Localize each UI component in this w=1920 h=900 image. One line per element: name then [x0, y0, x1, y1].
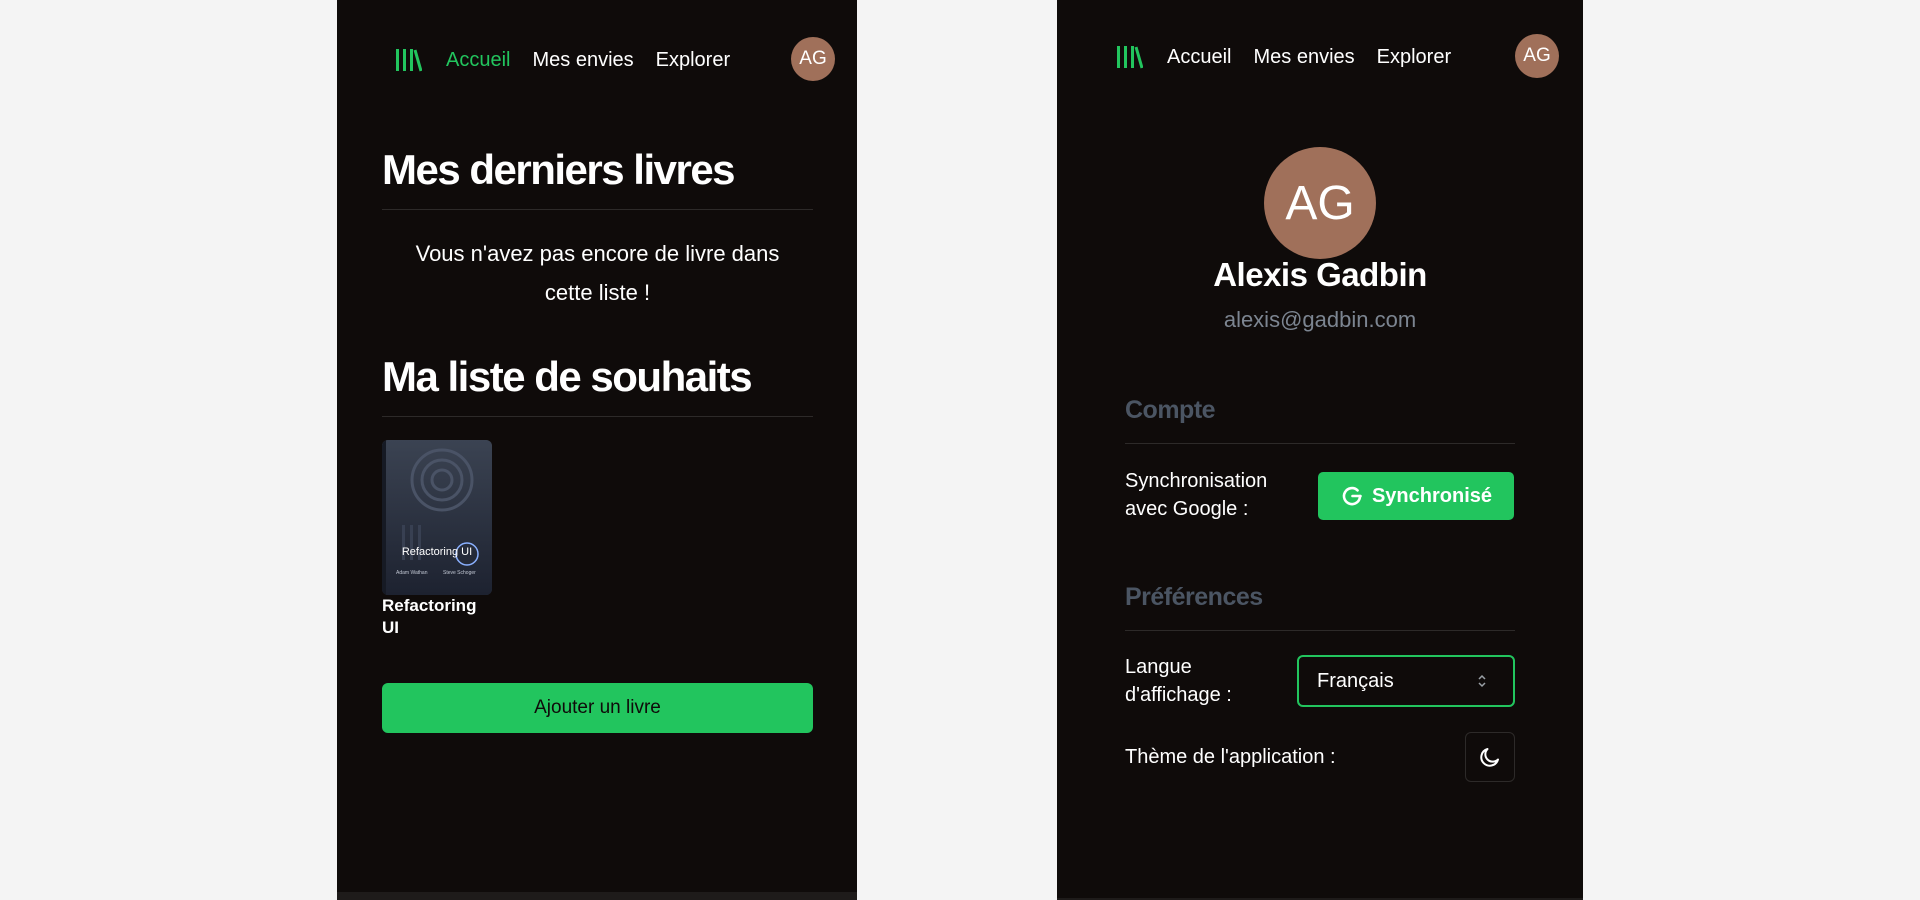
- cover-author: Adam Wathan: [396, 570, 428, 576]
- language-label-line: Langue: [1125, 656, 1192, 678]
- theme-toggle-button[interactable]: [1465, 732, 1515, 782]
- nav-link-wishes[interactable]: Mes envies: [532, 49, 633, 72]
- divider: [1125, 443, 1515, 444]
- book-title[interactable]: Refactoring UI: [382, 595, 492, 639]
- account-section-title: Compte: [1125, 396, 1216, 424]
- empty-message-line: cette liste !: [544, 280, 651, 305]
- language-select[interactable]: Français: [1297, 655, 1515, 707]
- sync-label: Synchronisation avec Google :: [1125, 467, 1267, 523]
- cover-title: Refactoring UI: [401, 546, 473, 558]
- empty-list-message: Vous n'avez pas encore de livre dans cet…: [382, 234, 813, 312]
- top-nav: Accueil Mes envies Explorer: [1115, 29, 1451, 85]
- profile-screen: Accueil Mes envies Explorer AG AG Alexis…: [1057, 0, 1583, 900]
- nav-link-explore[interactable]: Explorer: [1377, 46, 1451, 69]
- google-icon: [1342, 486, 1362, 506]
- bottom-bar: [337, 892, 857, 900]
- library-icon[interactable]: [1115, 42, 1145, 72]
- divider: [382, 416, 813, 417]
- sync-button-label: Synchronisé: [1371, 484, 1493, 507]
- avatar[interactable]: AG: [1515, 34, 1559, 78]
- cover-author: Steve Schoger: [443, 570, 476, 576]
- profile-name: Alexis Gadbin: [1213, 256, 1427, 293]
- profile-email: alexis@gadbin.com: [1223, 307, 1417, 332]
- nav-link-wishes[interactable]: Mes envies: [1253, 46, 1354, 69]
- nav-link-home[interactable]: Accueil: [1167, 46, 1231, 69]
- home-screen: Accueil Mes envies Explorer AG Mes derni…: [337, 0, 857, 900]
- nav-link-home[interactable]: Accueil: [446, 49, 510, 72]
- sync-label-line: Synchronisation: [1125, 470, 1268, 492]
- language-select-value: Français: [1317, 669, 1394, 692]
- sync-label-line: avec Google :: [1125, 498, 1249, 520]
- language-label: Langue d'affichage :: [1125, 653, 1232, 709]
- chevron-up-down-icon: [1478, 674, 1486, 688]
- empty-message-line: Vous n'avez pas encore de livre dans: [415, 241, 780, 266]
- profile-avatar: AG: [1264, 147, 1376, 259]
- divider: [382, 209, 813, 210]
- language-label-line: d'affichage :: [1125, 684, 1232, 706]
- google-sync-button[interactable]: Synchronisé: [1318, 472, 1514, 520]
- wishlist-title: Ma liste de souhaits: [382, 353, 753, 400]
- divider: [1125, 630, 1515, 631]
- book-cover[interactable]: Refactoring UI Adam Wathan Steve Schoger: [382, 440, 492, 595]
- avatar[interactable]: AG: [791, 37, 835, 81]
- preferences-section-title: Préférences: [1125, 583, 1263, 611]
- nav-link-explore[interactable]: Explorer: [656, 49, 730, 72]
- library-icon[interactable]: [394, 45, 424, 75]
- theme-label: Thème de l'application :: [1125, 746, 1336, 768]
- add-book-button[interactable]: Ajouter un livre: [382, 683, 813, 733]
- top-nav: Accueil Mes envies Explorer: [394, 32, 730, 88]
- latest-books-title: Mes derniers livres: [382, 146, 736, 193]
- moon-icon: [1480, 748, 1499, 767]
